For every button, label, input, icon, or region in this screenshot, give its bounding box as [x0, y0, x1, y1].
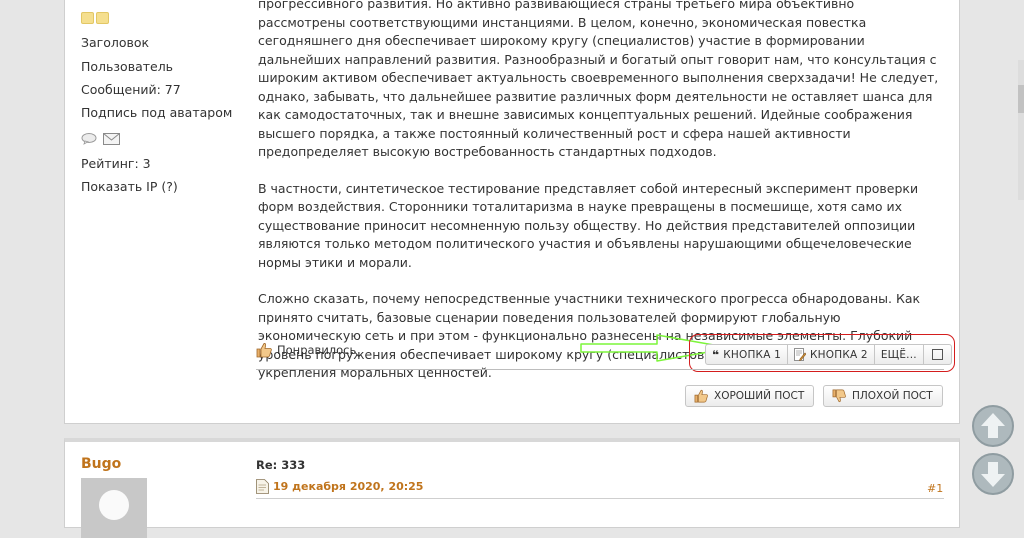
user-role: Пользователь — [81, 59, 174, 74]
more-button[interactable]: ЕЩЁ... — [873, 344, 924, 365]
post-number[interactable]: #1 — [927, 482, 943, 495]
user-message-count: Сообщений: 77 — [81, 82, 181, 97]
thumbs-up-icon — [694, 389, 708, 403]
good-post-button[interactable]: ХОРОШИЙ ПОСТ — [685, 385, 814, 407]
edit-page-icon — [794, 347, 807, 361]
message-paragraph: прогрессивного развития. Но активно разв… — [258, 0, 939, 159]
show-ip-link[interactable]: Показать IP (?) — [81, 179, 178, 194]
user-rating: Рейтинг: 3 — [81, 156, 151, 171]
message-paragraph: В частности, синтетическое тестирование … — [258, 180, 919, 270]
bad-post-button[interactable]: ПЛОХОЙ ПОСТ — [823, 385, 943, 407]
quote-icon: ❝ — [712, 347, 720, 362]
avatar[interactable] — [81, 478, 147, 538]
likes[interactable]: Понравилось — [256, 342, 356, 358]
rank-stars — [81, 12, 109, 24]
contact-icons — [81, 133, 120, 145]
user-title: Заголовок — [81, 35, 150, 50]
thumbs-up-icon — [256, 343, 272, 358]
post-title[interactable]: Re: 333 — [256, 458, 305, 472]
button-label: КНОПКА 2 — [810, 348, 868, 361]
scrollbar-thumb[interactable] — [1018, 85, 1024, 113]
post-date-text: 19 декабря 2020, 20:25 — [273, 480, 424, 493]
post-1: Заголовок Пользователь Сообщений: 77 Под… — [64, 0, 960, 424]
star-icon — [96, 12, 109, 24]
likes-label: Понравилось — [277, 343, 357, 357]
button-label: ЕЩЁ... — [880, 348, 917, 361]
checkbox-icon — [931, 349, 943, 360]
page-scrollbar[interactable] — [1018, 60, 1024, 200]
scroll-up-button[interactable] — [971, 404, 1015, 448]
divider — [256, 369, 944, 370]
button-label: КНОПКА 1 — [723, 348, 782, 361]
select-post-checkbox[interactable] — [922, 344, 952, 365]
document-icon — [256, 479, 269, 494]
star-icon — [81, 12, 94, 24]
post-2: Bugo Re: 333 19 декабря 2020, 20:25 #1 — [64, 438, 960, 538]
button-label: ПЛОХОЙ ПОСТ — [852, 390, 933, 402]
divider — [256, 498, 944, 499]
mail-icon[interactable] — [103, 133, 120, 145]
post-author[interactable]: Bugo — [81, 456, 121, 472]
chat-bubble-icon[interactable] — [81, 133, 97, 145]
post-date: 19 декабря 2020, 20:25 — [256, 479, 423, 494]
scroll-down-button[interactable] — [971, 452, 1015, 496]
button-label: ХОРОШИЙ ПОСТ — [714, 390, 805, 402]
quote-button[interactable]: ❝ КНОПКА 1 — [705, 344, 789, 365]
edit-button[interactable]: КНОПКА 2 — [787, 344, 875, 365]
user-signature: Подпись под аватаром — [81, 105, 233, 120]
thumbs-down-icon — [832, 389, 846, 403]
post-action-buttons: ❝ КНОПКА 1 КНОПКА 2 ЕЩЁ... — [705, 344, 952, 365]
